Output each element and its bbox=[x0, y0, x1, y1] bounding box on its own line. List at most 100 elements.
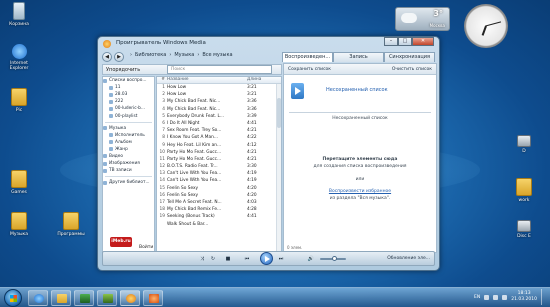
track-title: Tell Me A Secret Feat. N... bbox=[167, 200, 222, 205]
track-row[interactable]: 7 Sex Room Feat. Trey So... 4:21 bbox=[157, 127, 281, 134]
tab-play[interactable]: Воспроизведен... bbox=[282, 52, 333, 62]
track-length: 4:22 bbox=[247, 135, 257, 141]
track-row[interactable]: 2 How Low 3:21 bbox=[157, 91, 281, 98]
nav-item-playlist[interactable]: 00-playlist bbox=[103, 112, 154, 119]
playlist-icon bbox=[109, 99, 113, 104]
repeat-icon[interactable]: ↻ bbox=[209, 255, 217, 263]
unsaved-list-link[interactable]: Несохраненный список bbox=[326, 87, 388, 93]
nav-item-playlist[interactable]: 222 bbox=[103, 98, 154, 105]
forward-button[interactable]: ▶ bbox=[114, 52, 124, 62]
desktop-icon-games[interactable]: Games bbox=[0, 170, 38, 195]
track-row[interactable]: 8I Know You Got A Man... 4:22 bbox=[157, 134, 281, 141]
taskbar-media-player[interactable] bbox=[120, 290, 140, 306]
volume-slider-knob[interactable] bbox=[332, 256, 337, 261]
track-row[interactable]: 9 Hey Ho Feat. Lil Kim an... 4:12 bbox=[157, 142, 281, 149]
minimize-button[interactable]: – bbox=[384, 37, 398, 46]
taskbar-ie[interactable] bbox=[28, 290, 48, 306]
desktop-icon-d[interactable]: D bbox=[505, 135, 543, 154]
desktop-icon-pic[interactable]: Pic bbox=[0, 88, 38, 113]
login-link[interactable]: Войти bbox=[139, 245, 153, 250]
desktop-icon-recycle-bin[interactable]: Корзина bbox=[0, 2, 38, 27]
back-button[interactable]: ◀ bbox=[102, 52, 112, 62]
track-row[interactable]: 19 Seeking (Bonus Track) 4:41 bbox=[157, 213, 281, 220]
previous-icon[interactable]: ⏮ bbox=[243, 255, 251, 263]
track-row[interactable]: 4 My Chick Bad Feat. Nic... 3:36 bbox=[157, 106, 281, 113]
breadcrumb-music[interactable]: Музыка bbox=[174, 52, 194, 58]
clock-gadget[interactable] bbox=[464, 4, 508, 48]
nav-item-album[interactable]: Альбом bbox=[103, 139, 154, 146]
start-button[interactable] bbox=[4, 289, 22, 307]
track-row[interactable]: 18 My Chick Bad Remix Fe... 4:28 bbox=[157, 206, 281, 213]
library-icon bbox=[103, 180, 107, 185]
network-icon[interactable] bbox=[493, 294, 499, 300]
tab-sync[interactable]: Синхронизация bbox=[384, 52, 435, 62]
desktop-icon-ie[interactable]: Internet Explorer bbox=[0, 44, 38, 71]
desktop-icon-programs[interactable]: Программы bbox=[52, 212, 90, 237]
taskbar-excel[interactable] bbox=[97, 290, 117, 306]
nav-item-playlist[interactable]: 28.03 bbox=[103, 91, 154, 98]
nav-item-other-libraries[interactable]: Другие библиот... bbox=[103, 179, 154, 186]
track-row[interactable]: 15 Feelin So Sexy 4:20 bbox=[157, 185, 281, 192]
nav-item-pictures[interactable]: Изображения bbox=[103, 160, 154, 167]
taskbar-clock[interactable]: 18:13 21.03.2010 bbox=[511, 291, 537, 303]
column-name[interactable]: Название bbox=[167, 77, 247, 83]
volume-icon[interactable] bbox=[502, 294, 508, 300]
play-button[interactable] bbox=[260, 252, 273, 265]
breadcrumb-all-music[interactable]: Все музыка bbox=[202, 52, 232, 58]
weather-gadget[interactable]: 3° Москва bbox=[395, 7, 450, 31]
nav-item-playlist[interactable]: 00-luderic-b... bbox=[103, 105, 154, 112]
splitter[interactable] bbox=[371, 75, 378, 252]
scrollbar-thumb[interactable] bbox=[277, 98, 281, 128]
column-number[interactable]: # bbox=[157, 77, 167, 83]
nav-item-playlist[interactable]: 11 bbox=[103, 84, 154, 91]
nav-item-music[interactable]: Музыка bbox=[103, 125, 154, 132]
tab-strip: Воспроизведен... Запись Синхронизация bbox=[282, 52, 435, 62]
track-row[interactable]: 6I Do It All Night 4:41 bbox=[157, 120, 281, 127]
track-row[interactable]: 1 How Low 3:21 bbox=[157, 84, 281, 91]
shuffle-icon[interactable]: ⤨ bbox=[198, 255, 206, 263]
track-row[interactable]: 12 B.O.T.S. Radio Feat. Tr... 3:30 bbox=[157, 163, 281, 170]
track-row[interactable]: 5 Everybody Drunk Feat. L... 3:39 bbox=[157, 113, 281, 120]
organize-button[interactable]: Упорядочить bbox=[106, 67, 140, 73]
next-icon[interactable]: ⏭ bbox=[277, 255, 285, 263]
media-player-window[interactable]: Проигрыватель Windows Media – □ ✕ ◀ ▶ › … bbox=[97, 36, 440, 271]
stop-icon[interactable]: ■ bbox=[224, 255, 232, 263]
taskbar-explorer[interactable] bbox=[51, 290, 71, 306]
taskbar-wmp-active[interactable] bbox=[143, 290, 163, 306]
track-row[interactable]: 3 My Chick Bad Feat. Nic... 3:36 bbox=[157, 98, 281, 105]
show-desktop-button[interactable] bbox=[541, 289, 547, 305]
column-length[interactable]: Длина bbox=[247, 77, 277, 83]
save-list-button[interactable]: Сохранить список bbox=[288, 67, 331, 72]
desktop-icon-music[interactable]: Музыка bbox=[0, 212, 38, 237]
nav-item-playlists[interactable]: Списки воспро... bbox=[103, 77, 154, 84]
track-row[interactable]: 14 Can't Live With You Fea... 4:19 bbox=[157, 177, 281, 184]
nav-item-artist[interactable]: Исполнитель bbox=[103, 132, 154, 139]
maximize-button[interactable]: □ bbox=[398, 37, 412, 46]
tab-burn[interactable]: Запись bbox=[333, 52, 384, 62]
tray-arrow-icon[interactable] bbox=[484, 294, 490, 300]
track-row[interactable]: 16 Feelin So Sexy 4:20 bbox=[157, 192, 281, 199]
title-bar[interactable]: Проигрыватель Windows Media – □ ✕ bbox=[98, 37, 439, 50]
desktop-icon-disc-e[interactable]: Disc E bbox=[505, 220, 543, 239]
breadcrumb-library[interactable]: Библиотека bbox=[135, 52, 166, 58]
taskbar-media-center[interactable] bbox=[74, 290, 94, 306]
track-row[interactable]: Walk Shout & Bar... bbox=[157, 221, 281, 228]
desktop-icon-work[interactable]: work bbox=[505, 178, 543, 203]
track-row[interactable]: 10 Party Ho Mo Feat. Gucc... 4:21 bbox=[157, 149, 281, 156]
nav-item-label: Жанр bbox=[115, 146, 128, 152]
nav-item-genre[interactable]: Жанр bbox=[103, 146, 154, 153]
language-indicator[interactable]: EN bbox=[474, 295, 480, 300]
play-favorites-link[interactable]: Воспроизвести избранное bbox=[284, 189, 436, 194]
mute-icon[interactable]: 🔊 bbox=[307, 255, 315, 263]
search-input[interactable]: Поиск bbox=[167, 65, 272, 74]
track-length: 3:36 bbox=[247, 106, 257, 112]
track-row[interactable]: 17 Tell Me A Secret Feat. N... 4:03 bbox=[157, 199, 281, 206]
close-button[interactable]: ✕ bbox=[412, 37, 434, 46]
clear-list-button[interactable]: Очистить список bbox=[392, 67, 432, 72]
nav-item-tv[interactable]: ТВ записи bbox=[103, 167, 154, 174]
track-list-scrollbar[interactable] bbox=[276, 84, 281, 252]
track-row[interactable]: 11 Party Ho Mo Feat. Gucc... 4:21 bbox=[157, 156, 281, 163]
nav-item-video[interactable]: Видео bbox=[103, 153, 154, 160]
track-row[interactable]: 13 Can't Live With You Fea... 4:19 bbox=[157, 170, 281, 177]
track-length bbox=[247, 221, 277, 228]
